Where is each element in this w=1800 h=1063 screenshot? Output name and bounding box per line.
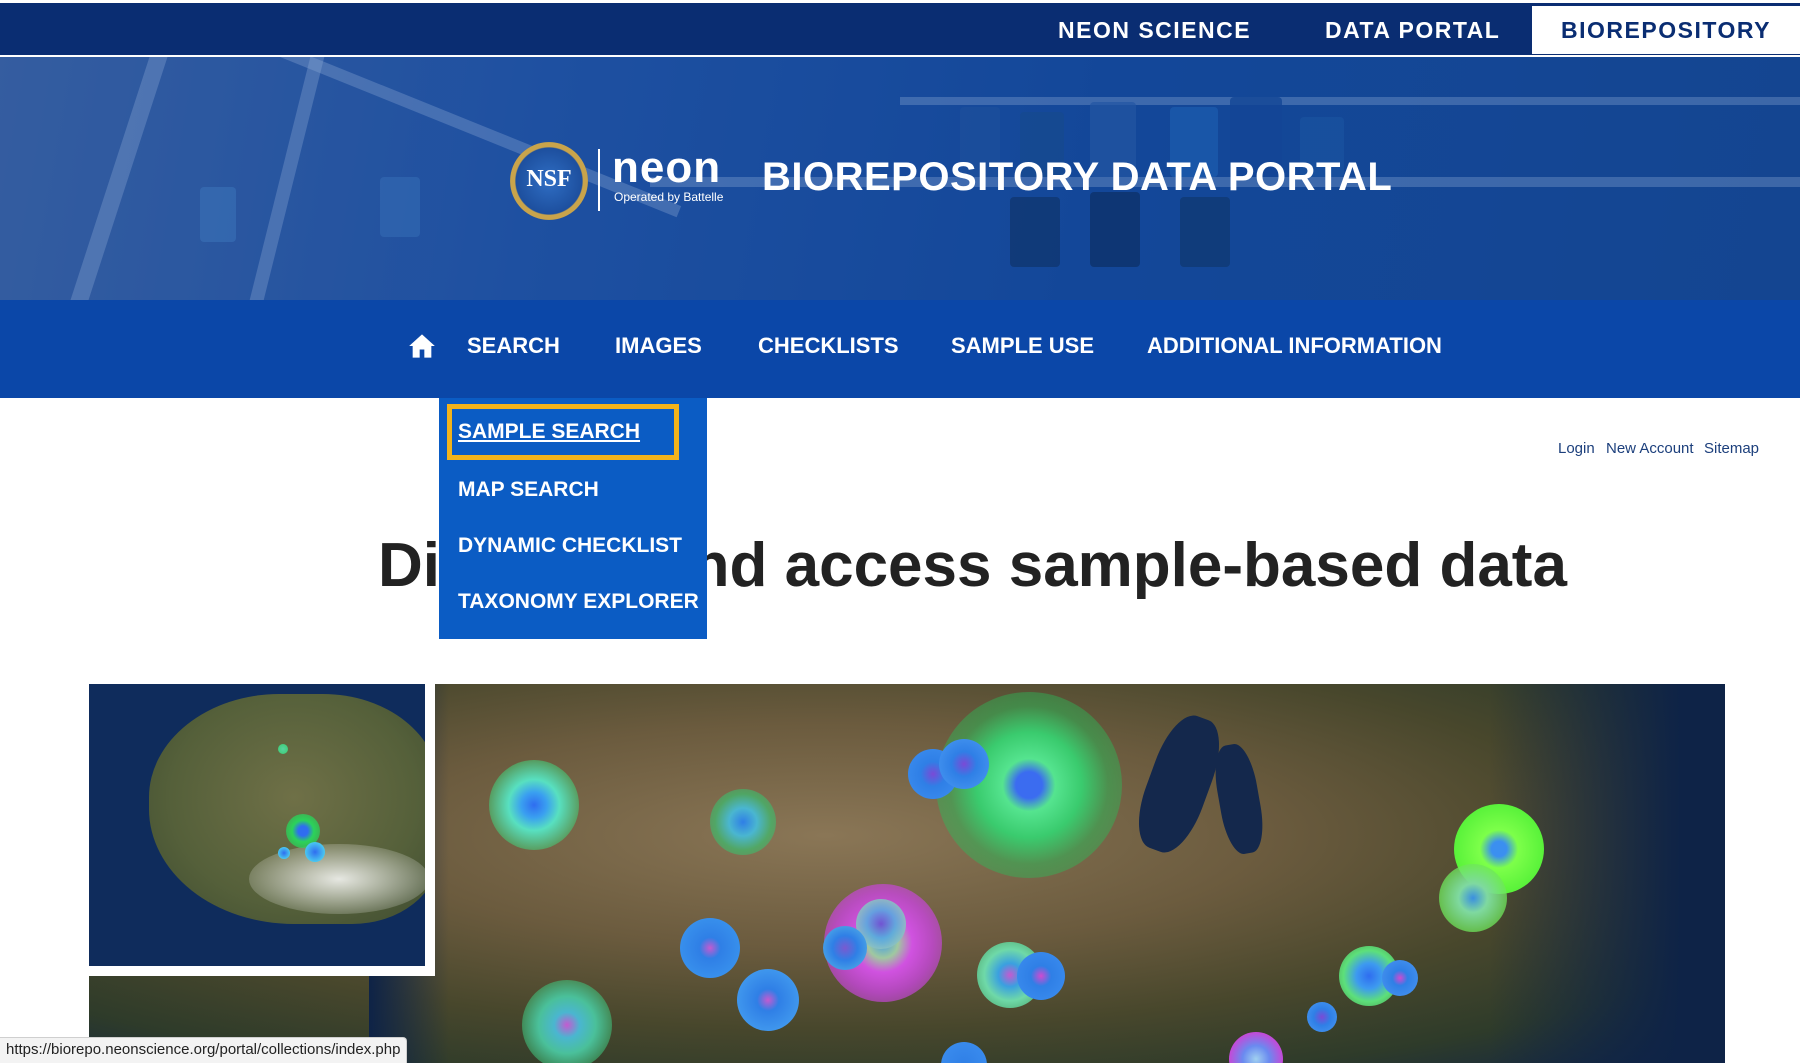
- map-marker-cluster[interactable]: [278, 744, 288, 754]
- neon-logo-tagline: Operated by Battelle: [614, 190, 724, 204]
- topbar-link-data-portal[interactable]: DATA PORTAL: [1325, 6, 1500, 54]
- main-nav: SEARCH IMAGES CHECKLISTS SAMPLE USE ADDI…: [0, 300, 1800, 398]
- dropdown-item-dynamic-checklist[interactable]: DYNAMIC CHECKLIST: [458, 534, 682, 558]
- map-marker-cluster[interactable]: [489, 760, 579, 850]
- hero-banner: NSF neon Operated by Battelle BIOREPOSIT…: [0, 57, 1800, 300]
- map-marker-cluster[interactable]: [680, 918, 740, 978]
- map-marker-cluster[interactable]: [1307, 1002, 1337, 1032]
- portal-title: BIOREPOSITORY DATA PORTAL: [762, 155, 1393, 199]
- map-marker-cluster[interactable]: [710, 789, 776, 855]
- nav-item-search[interactable]: SEARCH: [467, 333, 560, 359]
- home-icon[interactable]: [408, 332, 436, 360]
- nav-item-sample-use[interactable]: SAMPLE USE: [951, 333, 1094, 359]
- topbar-link-neon-science[interactable]: NEON SCIENCE: [1058, 6, 1251, 54]
- map-marker-cluster[interactable]: [305, 842, 325, 862]
- page: NEON SCIENCE DATA PORTAL BIOREPOSITORY N…: [0, 0, 1800, 1063]
- topbar-link-biorepository[interactable]: BIOREPOSITORY: [1532, 6, 1800, 54]
- map-marker-cluster[interactable]: [737, 969, 799, 1031]
- alaska-snow: [249, 844, 425, 914]
- dropdown-item-map-search[interactable]: MAP SEARCH: [458, 478, 599, 502]
- status-bar-url: https://biorepo.neonscience.org/portal/c…: [0, 1037, 408, 1063]
- login-link[interactable]: Login: [1558, 440, 1595, 457]
- map-marker-cluster[interactable]: [1017, 952, 1065, 1000]
- map-marker-cluster[interactable]: [939, 739, 989, 789]
- nsf-seal-logo[interactable]: NSF: [510, 142, 588, 220]
- map-marker-cluster[interactable]: [1382, 960, 1418, 996]
- map-marker-cluster[interactable]: [941, 1042, 987, 1063]
- search-dropdown-menu: SAMPLE SEARCH MAP SEARCH DYNAMIC CHECKLI…: [439, 398, 707, 639]
- alaska-inset-map[interactable]: [89, 684, 435, 976]
- nav-item-images[interactable]: IMAGES: [615, 333, 702, 359]
- nsf-seal-text: NSF: [526, 166, 572, 192]
- nav-item-additional-information[interactable]: ADDITIONAL INFORMATION: [1147, 333, 1442, 359]
- dropdown-item-taxonomy-explorer[interactable]: TAXONOMY EXPLORER: [458, 590, 699, 614]
- map-marker-cluster[interactable]: [823, 926, 867, 970]
- top-bar: NEON SCIENCE DATA PORTAL BIOREPOSITORY: [0, 0, 1800, 59]
- logo-divider: [598, 149, 600, 211]
- neon-logo[interactable]: neon: [612, 143, 721, 193]
- new-account-link[interactable]: New Account: [1606, 440, 1694, 457]
- nav-item-checklists[interactable]: CHECKLISTS: [758, 333, 899, 359]
- map-marker-cluster[interactable]: [522, 980, 612, 1063]
- dropdown-item-sample-search[interactable]: SAMPLE SEARCH: [458, 420, 640, 444]
- map-lake: [1209, 741, 1269, 857]
- sitemap-link[interactable]: Sitemap: [1704, 440, 1759, 457]
- map-marker-cluster[interactable]: [1439, 864, 1507, 932]
- map-marker-cluster[interactable]: [1229, 1032, 1283, 1063]
- map-marker-cluster[interactable]: [278, 847, 290, 859]
